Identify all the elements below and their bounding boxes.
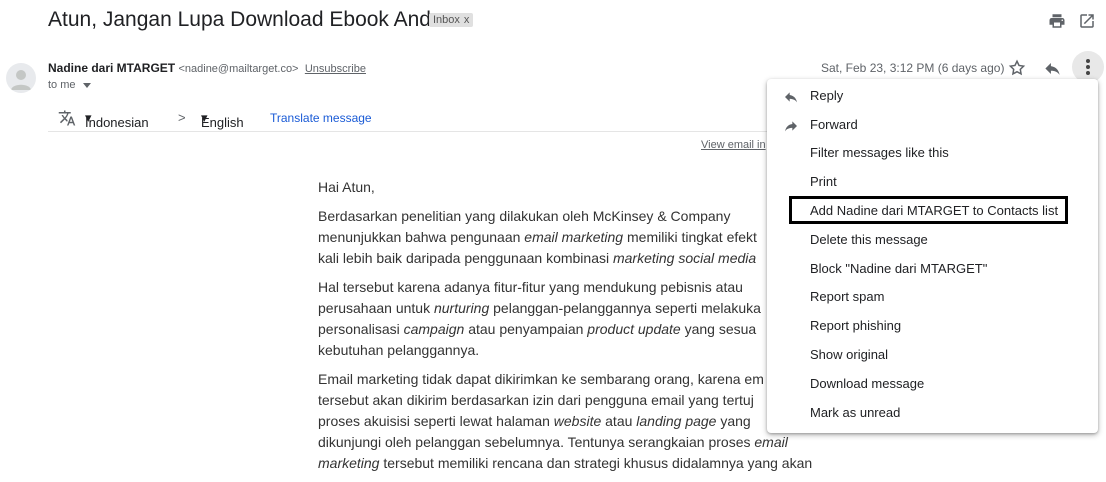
print-all-icon[interactable] [1048, 12, 1066, 30]
menu-item-label: Filter messages like this [810, 145, 949, 160]
target-language-label: English [201, 115, 244, 130]
chevron-down-icon [82, 82, 91, 88]
emphasis-text: website [553, 413, 602, 429]
email-body: Hai Atun, Berdasarkan penelitian yang di… [318, 177, 838, 482]
menu-item-label: Mark as unread [810, 405, 901, 420]
body-text-segment: atau penyampaian [464, 321, 588, 337]
body-line: marketing tersebut memiliki rencana dan … [318, 453, 838, 474]
body-text-segment: proses akuisisi seperti lewat halaman [318, 413, 554, 429]
body-text-segment: kali lebih baik daripada penggunaan komb… [318, 250, 613, 266]
menu-item-filter-messages-like-this[interactable]: Filter messages like this [767, 140, 1098, 168]
menu-item-label: Block "Nadine dari MTARGET" [810, 261, 988, 276]
greeting: Hai Atun, [318, 179, 375, 195]
star-icon[interactable] [1008, 59, 1026, 77]
target-language-select[interactable]: English ▾ [201, 110, 244, 130]
menu-item-download-message[interactable]: Download message [767, 371, 1098, 399]
translate-message-link[interactable]: Translate message [270, 111, 372, 125]
remove-label-icon[interactable]: x [464, 14, 470, 26]
menu-item-add-nadine-dari-mtarget-to-contacts-list[interactable]: Add Nadine dari MTARGET to Contacts list [767, 196, 1098, 226]
paragraph-1: Berdasarkan penelitian yang dilakukan ol… [318, 206, 838, 269]
emphasis-text: email [754, 434, 788, 450]
body-line: proses akuisisi seperti lewat halaman we… [318, 411, 838, 432]
source-language-select[interactable]: Indonesian ▾ [85, 110, 149, 130]
menu-item-label: Show original [810, 347, 889, 362]
menu-item-label: Print [810, 174, 837, 189]
body-text-segment: memiliki tingkat efekt [623, 229, 757, 245]
body-line: menunjukkan bahwa pengunaan email market… [318, 227, 838, 248]
menu-item-delete-this-message[interactable]: Delete this message [767, 227, 1098, 255]
body-line: Email marketing tidak dapat dikirimkan k… [318, 369, 838, 390]
emphasis-text: email marketing [524, 229, 624, 245]
source-language-label: Indonesian [85, 115, 149, 130]
emphasis-text: product update [587, 321, 681, 337]
sender-avatar [6, 63, 36, 93]
body-text-segment: yang sesua [680, 321, 757, 337]
body-text-segment: tersebut akan dikirim berdasarkan izin d… [318, 392, 754, 408]
menu-item-report-phishing[interactable]: Report phishing [767, 313, 1098, 341]
menu-item-label: Delete this message [810, 232, 928, 247]
body-text-segment: tersebut memiliki rencana dan strategi k… [379, 455, 813, 471]
body-text-segment: dikunjungi oleh pelanggan sebelumnya. Te… [318, 434, 755, 450]
paragraph-2: Hal tersebut karena adanya fitur-fitur y… [318, 277, 838, 361]
recipient-details[interactable]: to me [48, 79, 91, 91]
message-actions-menu: Reply Forward Filter messages like this Pri… [767, 79, 1098, 433]
inbox-label[interactable]: Inbox x [429, 13, 474, 27]
body-text-segment: atau [601, 413, 637, 429]
emphasis-text: marketing [318, 455, 380, 471]
body-line: personalisasi campaign atau penyampaian … [318, 319, 838, 340]
menu-item-report-spam[interactable]: Report spam [767, 284, 1098, 312]
sender-line: Nadine dari MTARGET <nadine@mailtarget.c… [48, 61, 366, 75]
translate-separator: > [178, 110, 186, 125]
unsubscribe-link[interactable]: Unsubscribe [305, 63, 366, 75]
translate-bar: Indonesian ▾ > English ▾ Translate messa… [48, 105, 768, 132]
recipient-label: to me [48, 79, 76, 91]
body-text-segment: personalisasi [318, 321, 404, 337]
paragraph-3: Email marketing tidak dapat dikirimkan k… [318, 369, 838, 474]
sender-email: <nadine@mailtarget.co> [178, 63, 299, 75]
menu-item-label: Reply [810, 88, 844, 103]
body-text-segment: pelanggan-pelanggannya seperti melakuka [489, 300, 761, 316]
menu-item-label: Forward [810, 117, 858, 132]
email-subject: Atun, Jangan Lupa Download Ebook Anda [48, 8, 443, 31]
menu-item-label: Report phishing [810, 318, 902, 333]
body-text-segment: kebutuhan pelanggannya. [318, 342, 480, 358]
emphasis-text: landing page [636, 413, 717, 429]
menu-item-mark-as-unread[interactable]: Mark as unread [767, 400, 1098, 428]
menu-item-block-nadine-dari-mtarget[interactable]: Block "Nadine dari MTARGET" [767, 256, 1098, 284]
menu-item-label: Add Nadine dari MTARGET to Contacts list [810, 203, 1059, 218]
body-text-segment: perusahaan untuk [318, 300, 434, 316]
menu-item-reply[interactable]: Reply [767, 83, 1098, 111]
body-line: tersebut akan dikirim berdasarkan izin d… [318, 390, 838, 411]
open-new-window-icon[interactable] [1078, 12, 1096, 30]
inbox-label-text: Inbox [433, 14, 460, 26]
menu-item-show-original[interactable]: Show original [767, 342, 1098, 370]
emphasis-text: marketing social media [612, 250, 757, 266]
body-line: Hal tersebut karena adanya fitur-fitur y… [318, 277, 838, 298]
menu-item-label: Download message [810, 376, 925, 391]
menu-item-label: Report spam [810, 289, 885, 304]
body-line: kebutuhan pelanggannya. [318, 340, 838, 361]
sender-name[interactable]: Nadine dari MTARGET [48, 61, 175, 75]
body-text-segment: Email marketing tidak dapat dikirimkan k… [318, 371, 764, 387]
reply-icon[interactable] [1043, 59, 1062, 78]
menu-item-forward[interactable]: Forward [767, 112, 1098, 140]
body-line: perusahaan untuk nurturing pelanggan-pel… [318, 298, 838, 319]
translate-icon [58, 110, 76, 126]
reply-icon [785, 92, 797, 103]
body-text-segment: menunjukkan bahwa pengunaan [318, 229, 525, 245]
body-line: kali lebih baik daripada penggunaan komb… [318, 248, 838, 269]
body-text-segment: Berdasarkan penelitian yang dilakukan ol… [318, 208, 731, 224]
view-in-browser-link[interactable]: View email in [701, 139, 766, 151]
menu-item-print[interactable]: Print [767, 169, 1098, 197]
body-text-segment: Hal tersebut karena adanya fitur-fitur y… [318, 279, 743, 295]
forward-icon [785, 121, 797, 132]
emphasis-text: nurturing [433, 300, 490, 316]
body-text-segment: yang [716, 413, 751, 429]
email-date: Sat, Feb 23, 3:12 PM (6 days ago) [821, 61, 1005, 75]
emphasis-text: campaign [403, 321, 465, 337]
body-line: Berdasarkan penelitian yang dilakukan ol… [318, 206, 838, 227]
body-line: dikunjungi oleh pelanggan sebelumnya. Te… [318, 432, 838, 453]
